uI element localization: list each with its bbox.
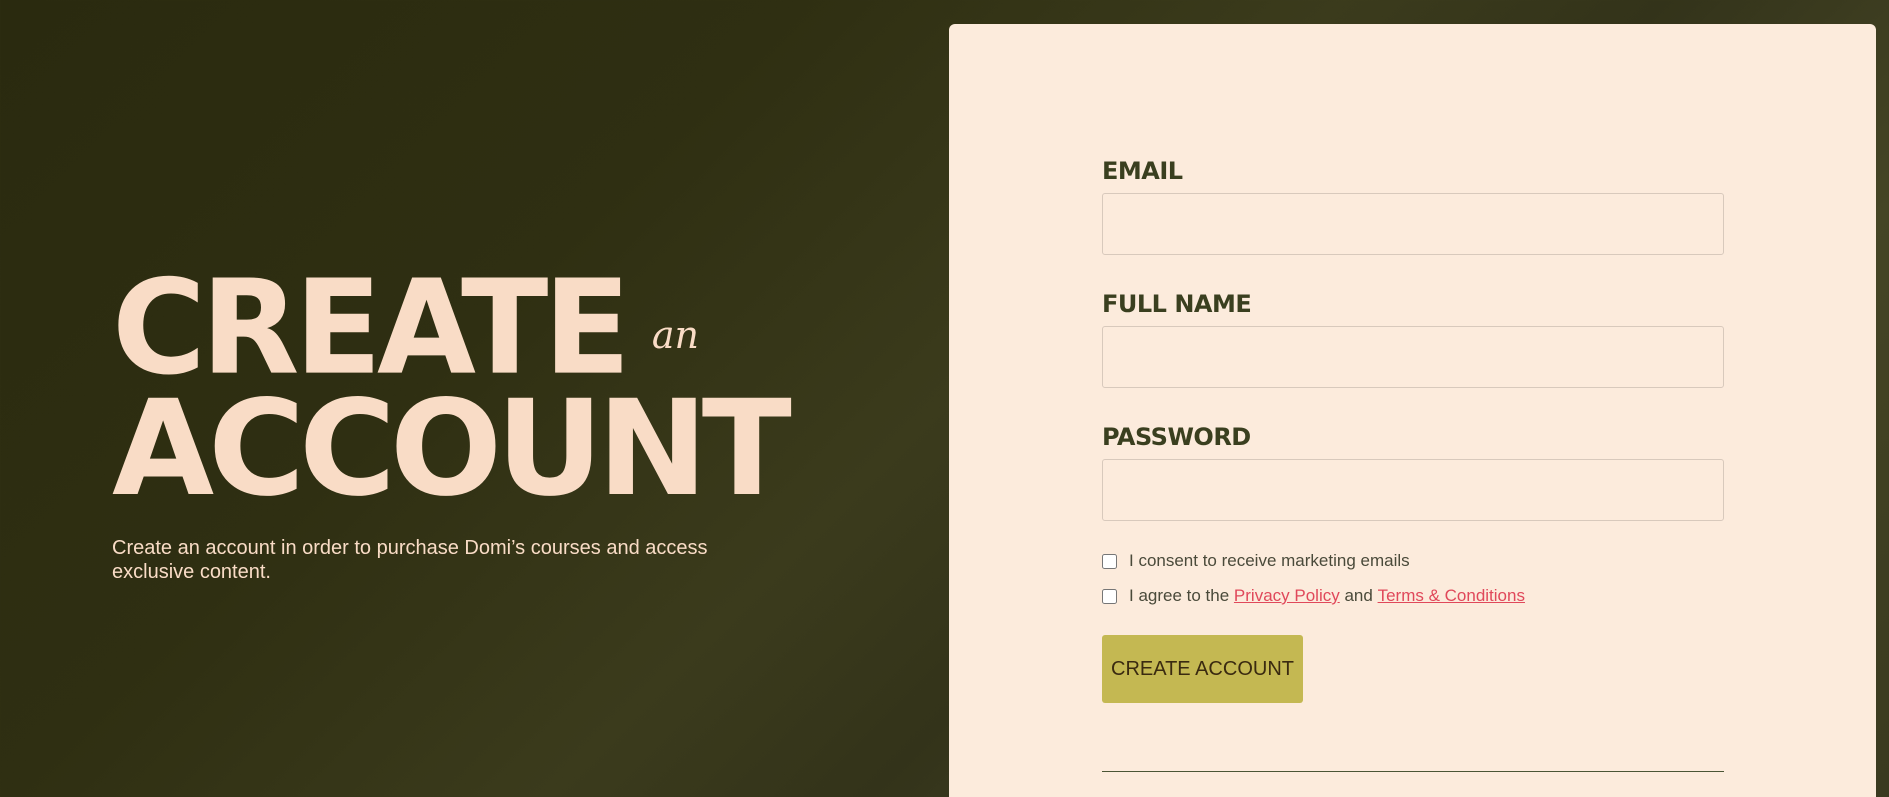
create-account-button[interactable]: CREATE ACCOUNT [1102,635,1303,703]
marketing-consent-label: I consent to receive marketing emails [1129,551,1410,570]
full-name-label: FULL NAME [1102,290,1252,318]
signup-form-panel: EMAIL FULL NAME PASSWORD I consent to re… [949,24,1876,797]
consent-checkboxes: I consent to receive marketing emails I … [1102,549,1724,608]
password-label: PASSWORD [1102,423,1251,451]
terms-agreement-conjunction: and [1344,586,1373,605]
password-field[interactable] [1102,459,1724,521]
full-name-field[interactable] [1102,326,1724,388]
hero-subtitle: Create an account in order to purchase D… [112,537,708,583]
title-word-account: ACCOUNT [112,372,792,526]
page-title: CREATE an ACCOUNT [112,252,792,526]
form-divider [1102,771,1724,772]
signup-form: EMAIL FULL NAME PASSWORD I consent to re… [1102,154,1724,772]
email-label: EMAIL [1102,157,1183,185]
privacy-policy-link[interactable]: Privacy Policy [1234,586,1340,606]
terms-agreement-row: I agree to the Privacy Policy and Terms … [1102,584,1724,608]
terms-agreement-prefix: I agree to the [1129,586,1230,605]
terms-conditions-link[interactable]: Terms & Conditions [1378,586,1525,606]
marketing-consent-checkbox[interactable] [1102,553,1117,569]
email-field[interactable] [1102,193,1724,255]
title-connector: an [651,313,699,357]
hero-section: CREATE an ACCOUNT Create an account in o… [112,252,792,584]
marketing-consent-row: I consent to receive marketing emails [1102,549,1724,573]
terms-agreement-checkbox[interactable] [1102,588,1117,604]
title-word-create: CREATE [112,252,631,405]
